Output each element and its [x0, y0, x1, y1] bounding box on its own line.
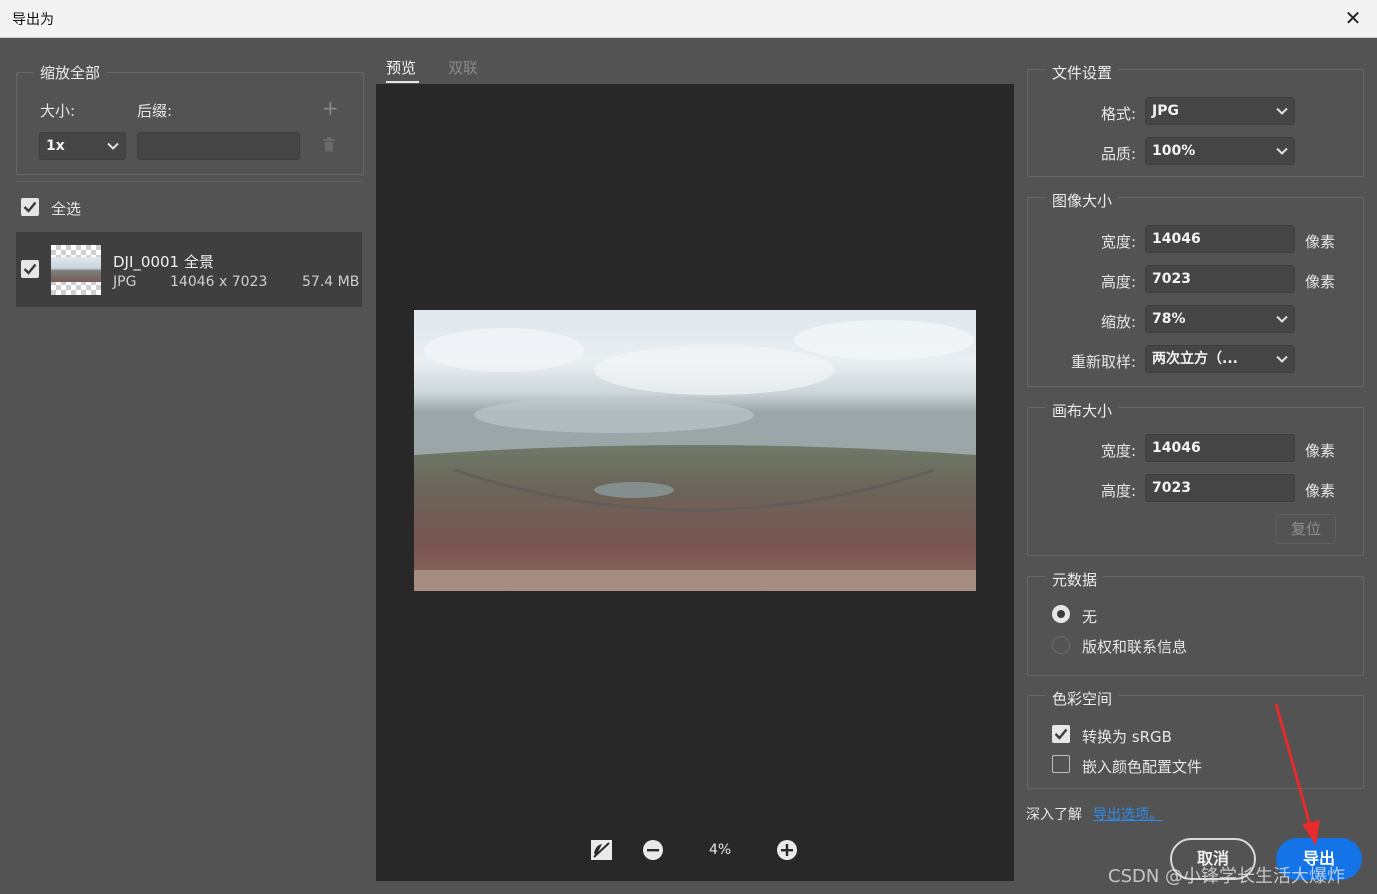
resample-value: 两次立方（...	[1152, 351, 1238, 367]
chevron-down-icon	[1276, 315, 1288, 323]
select-all-label: 全选	[51, 200, 82, 218]
canvas-height-unit: 像素	[1305, 482, 1336, 500]
metadata-group	[1027, 576, 1364, 676]
watermark-text: CSDN @小锋学长生活大爆炸	[1108, 866, 1346, 887]
canvas-size-title: 画布大小	[1046, 400, 1119, 421]
chevron-down-icon	[107, 142, 119, 150]
item-dimensions: 14046 x 7023	[170, 274, 268, 290]
embed-profile-label: 嵌入颜色配置文件	[1082, 758, 1203, 776]
suffix-input[interactable]	[137, 132, 300, 160]
metadata-title: 元数据	[1046, 569, 1104, 590]
add-icon[interactable]: +	[322, 96, 339, 120]
item-format: JPG	[113, 274, 137, 290]
image-width-label: 宽度:	[1100, 233, 1136, 251]
quality-select[interactable]: 100%	[1145, 137, 1295, 165]
image-height-unit: 像素	[1305, 273, 1336, 291]
image-width-unit: 像素	[1305, 233, 1336, 251]
zoom-value: 4%	[709, 842, 732, 858]
tab-2up[interactable]: 双联	[448, 57, 478, 78]
tab-preview[interactable]: 预览	[386, 57, 416, 78]
item-name: DJI_0001 全景	[113, 253, 214, 271]
title-bar: 导出为 ✕	[0, 0, 1377, 38]
canvas-width-label: 宽度:	[1100, 442, 1136, 460]
item-filesize: 57.4 MB	[302, 274, 360, 290]
image-height-label: 高度:	[1100, 273, 1136, 291]
size-select-value: 1x	[46, 138, 65, 154]
suffix-label: 后缀:	[137, 102, 173, 120]
resample-label: 重新取样:	[1070, 353, 1136, 371]
image-width-input[interactable]: 14046	[1145, 225, 1295, 253]
scale-value: 78%	[1152, 311, 1186, 327]
format-label: 格式:	[1100, 105, 1136, 123]
metadata-copyright-radio[interactable]	[1052, 636, 1070, 654]
size-label: 大小:	[40, 102, 76, 120]
chevron-down-icon	[1276, 107, 1288, 115]
color-space-title: 色彩空间	[1046, 688, 1119, 709]
metadata-copyright-label: 版权和联系信息	[1082, 638, 1188, 656]
annotation-arrow	[1274, 703, 1320, 846]
close-icon[interactable]: ✕	[1341, 6, 1365, 30]
check-icon	[23, 263, 37, 275]
preview-canvas[interactable]	[376, 84, 1014, 881]
active-tab-underline	[386, 81, 419, 83]
file-settings-title: 文件设置	[1046, 62, 1119, 83]
chevron-down-icon	[1276, 355, 1288, 363]
item-checkbox[interactable]	[21, 260, 39, 278]
window-title: 导出为	[12, 12, 54, 28]
reset-button[interactable]: 复位	[1276, 514, 1336, 544]
scale-select[interactable]: 78%	[1145, 305, 1295, 333]
resample-select[interactable]: 两次立方（...	[1145, 345, 1295, 373]
check-icon	[23, 201, 37, 213]
metadata-none-label: 无	[1082, 608, 1098, 626]
learn-more-text: 深入了解	[1026, 807, 1082, 823]
check-icon	[1054, 728, 1068, 740]
format-value: JPG	[1152, 103, 1179, 119]
panorama-preview-image	[414, 310, 976, 591]
zoom-in-icon[interactable]	[776, 839, 798, 861]
select-all-checkbox[interactable]	[21, 198, 39, 216]
scale-label: 缩放:	[1100, 313, 1136, 331]
convert-srgb-checkbox[interactable]	[1052, 725, 1070, 743]
chevron-down-icon	[1276, 147, 1288, 155]
convert-srgb-label: 转换为 sRGB	[1082, 728, 1172, 746]
size-select[interactable]: 1x	[39, 132, 126, 160]
canvas-width-input[interactable]: 14046	[1145, 434, 1295, 462]
export-options-link[interactable]: 导出选项。	[1093, 804, 1163, 824]
metadata-none-radio[interactable]	[1052, 605, 1070, 623]
scale-all-title: 缩放全部	[34, 62, 107, 83]
canvas-height-input[interactable]: 7023	[1145, 474, 1295, 502]
quality-label: 品质:	[1100, 145, 1136, 163]
trash-icon[interactable]	[322, 137, 336, 152]
quality-value: 100%	[1152, 143, 1196, 159]
item-thumbnail	[51, 245, 101, 295]
canvas-width-unit: 像素	[1305, 442, 1336, 460]
image-height-input[interactable]: 7023	[1145, 265, 1295, 293]
canvas-height-label: 高度:	[1100, 482, 1136, 500]
fit-screen-icon[interactable]	[590, 839, 613, 861]
image-size-title: 图像大小	[1046, 190, 1119, 211]
format-select[interactable]: JPG	[1145, 97, 1295, 125]
embed-profile-checkbox[interactable]	[1052, 755, 1070, 773]
zoom-out-icon[interactable]	[642, 839, 664, 861]
